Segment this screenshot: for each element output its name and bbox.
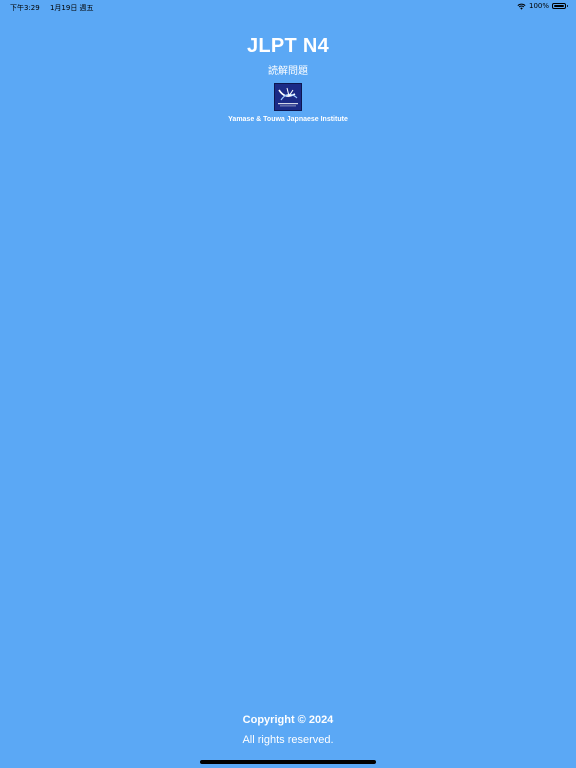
header: JLPT N4 読解問題 Yamase & Touwa Japnaese Ins…	[0, 34, 576, 124]
institute-logo	[274, 83, 302, 111]
status-date: 1月19日 週五	[49, 4, 94, 12]
wifi-icon	[517, 3, 526, 10]
battery-fill	[554, 5, 564, 7]
app-title: JLPT N4	[246, 35, 330, 57]
logo-emblem-icon	[278, 87, 298, 107]
institute-name: Yamase & Touwa Japnaese Institute	[228, 116, 348, 123]
status-time: 下午3:29	[10, 4, 40, 12]
status-bar: 下午3:29 1月19日 週五 100%	[0, 0, 576, 14]
status-right: 100%	[517, 2, 568, 10]
rights-text: All rights reserved.	[242, 734, 334, 746]
footer: Copyright © 2024 All rights reserved.	[0, 713, 576, 747]
battery-icon	[552, 3, 568, 9]
app-subtitle: 読解問題	[268, 66, 308, 77]
status-left: 下午3:29 1月19日 週五	[10, 3, 102, 13]
battery-percent: 100%	[528, 2, 549, 10]
copyright-text: Copyright © 2024	[242, 714, 334, 726]
home-indicator[interactable]	[200, 760, 376, 764]
